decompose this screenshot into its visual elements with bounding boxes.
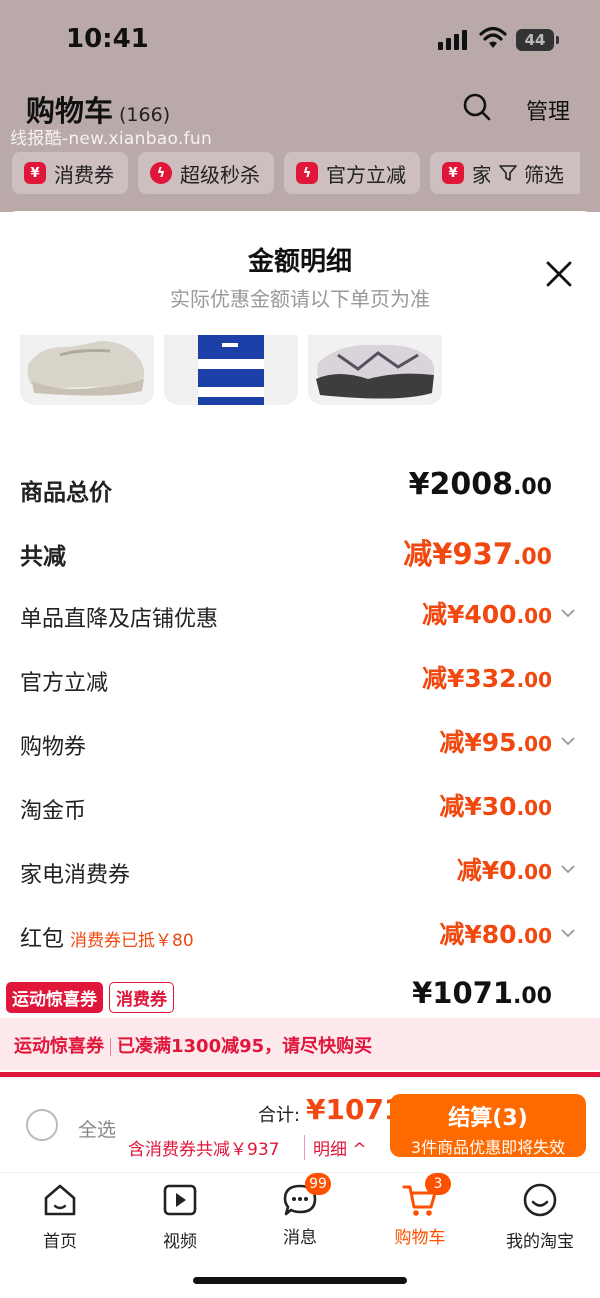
row-tao-coins: 淘金币 减¥30.00 bbox=[20, 787, 580, 827]
product-thumbnails bbox=[20, 335, 442, 405]
manage-button[interactable]: 管理 bbox=[526, 94, 570, 126]
signal-icon bbox=[438, 30, 468, 50]
search-icon[interactable] bbox=[462, 92, 492, 122]
banner-title: 运动惊喜券 bbox=[14, 1036, 104, 1057]
row-shopping-coupon[interactable]: 购物券 减¥95.00 bbox=[20, 723, 580, 763]
row-label: 淘金币 bbox=[20, 799, 87, 824]
red-packet-note: 消费券已抵￥80 bbox=[70, 931, 194, 951]
home-indicator bbox=[193, 1277, 407, 1284]
row-value: 减¥80.00 bbox=[439, 920, 552, 949]
coupon-icon: ¥ bbox=[24, 162, 46, 184]
row-label: 家电消费券 bbox=[20, 863, 131, 888]
row-label: 购物券 bbox=[20, 735, 87, 760]
profile-icon bbox=[523, 1183, 557, 1217]
message-badge: 99 bbox=[305, 1173, 331, 1195]
chip-label: 官方立减 bbox=[326, 162, 406, 187]
close-icon[interactable] bbox=[544, 259, 574, 289]
tab-label: 视频 bbox=[163, 1232, 197, 1252]
banner-message: 已凑满1300减95，请尽快购买 bbox=[117, 1036, 373, 1057]
wifi-icon bbox=[479, 26, 507, 48]
checkout-label: 结算(3) bbox=[448, 1106, 528, 1131]
status-time: 10:41 bbox=[66, 24, 149, 54]
cart-count: (166) bbox=[119, 104, 171, 126]
tab-label: 购物车 bbox=[394, 1228, 446, 1248]
row-value: 减¥95.00 bbox=[439, 728, 552, 757]
flash-icon: ϟ bbox=[150, 162, 172, 184]
row-appliance-coupon[interactable]: 家电消费券 减¥0.00 bbox=[20, 851, 580, 891]
row-label: 单品直降及店铺优惠 bbox=[20, 607, 219, 632]
checkout-button[interactable]: 结算(3) 3件商品优惠即将失效 bbox=[390, 1094, 586, 1157]
chevron-down-icon[interactable] bbox=[560, 733, 576, 749]
sports-surprise-badge: 运动惊喜券 bbox=[6, 982, 103, 1013]
total-label: 合计: bbox=[258, 1105, 301, 1126]
chip-flash-sale[interactable]: ϟ 超级秒杀 bbox=[138, 152, 274, 194]
row-store-discount[interactable]: 单品直降及店铺优惠 减¥400.00 bbox=[20, 595, 580, 635]
tab-home[interactable]: 首页 bbox=[10, 1181, 110, 1252]
filter-chips: ¥ 消费券 ϟ 超级秒杀 ϟ 官方立减 ¥ 家 bbox=[12, 152, 506, 194]
filter-button[interactable]: 筛选 bbox=[490, 152, 580, 194]
sheet-title: 金额明细 bbox=[247, 247, 352, 277]
watermark: 线报酷-new.xianbao.fun bbox=[10, 129, 213, 149]
row-value: 减¥30.00 bbox=[439, 792, 552, 821]
flash-icon: ϟ bbox=[296, 162, 318, 184]
checkout-bar: 全选 合计: ¥1071 含消费券共减￥937 明细 ^ 结算(3) 3件商品优… bbox=[0, 1077, 600, 1171]
tab-video[interactable]: 视频 bbox=[130, 1181, 230, 1252]
coupon-icon: ¥ bbox=[442, 162, 464, 184]
tab-label: 我的淘宝 bbox=[506, 1232, 574, 1252]
promo-banner[interactable]: 运动惊喜券 已凑满1300减95，请尽快购买 bbox=[0, 1018, 600, 1070]
product-thumb-sneaker-beige[interactable] bbox=[20, 335, 154, 405]
status-bar: 10:41 44 bbox=[0, 0, 600, 80]
row-value: ¥2008.00 bbox=[408, 467, 552, 502]
consumer-coupon-badge: 消费券 bbox=[109, 982, 174, 1013]
discount-summary: 含消费券共减￥937 bbox=[128, 1140, 280, 1160]
tab-label: 消息 bbox=[283, 1228, 317, 1248]
home-icon bbox=[44, 1184, 76, 1216]
chip-consumer-coupon[interactable]: ¥ 消费券 bbox=[12, 152, 128, 194]
chevron-down-icon[interactable] bbox=[560, 605, 576, 621]
select-all-checkbox[interactable] bbox=[26, 1109, 58, 1141]
row-label: 红包 消费券已抵￥80 bbox=[20, 927, 194, 952]
row-total-reduction: 共减 减¥937.00 bbox=[20, 531, 580, 571]
row-value: 减¥937.00 bbox=[403, 537, 552, 571]
row-value: 减¥332.00 bbox=[421, 664, 552, 693]
row-official-discount: 官方立减 减¥332.00 bbox=[20, 659, 580, 699]
row-goods-total: 商品总价 ¥2008.00 bbox=[20, 467, 580, 507]
row-label: 共减 bbox=[20, 544, 66, 570]
chip-official-discount[interactable]: ϟ 官方立减 bbox=[284, 152, 420, 194]
tab-messages[interactable]: 99 消息 bbox=[250, 1173, 350, 1248]
row-value: 减¥400.00 bbox=[421, 600, 552, 629]
chevron-down-icon[interactable] bbox=[560, 861, 576, 877]
promo-badges: 运动惊喜券 消费券 bbox=[6, 982, 174, 1013]
tab-cart[interactable]: 3 购物车 bbox=[370, 1173, 470, 1248]
checkout-sub: 3件商品优惠即将失效 bbox=[410, 1138, 566, 1157]
chip-label: 消费券 bbox=[54, 162, 114, 187]
battery-icon: 44 bbox=[516, 29, 559, 51]
detail-toggle[interactable]: 明细 ^ bbox=[304, 1135, 367, 1160]
row-value: 减¥0.00 bbox=[456, 856, 552, 885]
cart-badge: 3 bbox=[425, 1173, 451, 1195]
tab-label: 首页 bbox=[43, 1232, 77, 1252]
row-red-packet[interactable]: 红包 消费券已抵￥80 减¥80.00 bbox=[20, 915, 580, 955]
funnel-icon bbox=[499, 165, 517, 181]
final-amount: ¥1071.00 bbox=[412, 976, 552, 1010]
tab-profile[interactable]: 我的淘宝 bbox=[490, 1181, 590, 1252]
product-thumb-tshirt[interactable] bbox=[164, 335, 298, 405]
select-all-label[interactable]: 全选 bbox=[78, 1115, 116, 1142]
chevron-down-icon[interactable] bbox=[560, 925, 576, 941]
product-thumb-sneaker-grey[interactable] bbox=[308, 335, 442, 405]
tab-bar: 首页 视频 99 消息 3 购物车 我的淘宝 bbox=[0, 1172, 600, 1298]
chip-label: 超级秒杀 bbox=[180, 162, 260, 187]
row-label: 官方立减 bbox=[20, 671, 109, 696]
filter-label: 筛选 bbox=[524, 162, 564, 187]
total-value: ¥1071 bbox=[306, 1093, 404, 1126]
row-label: 商品总价 bbox=[20, 480, 112, 506]
video-icon bbox=[163, 1184, 197, 1216]
chip-label: 家 bbox=[472, 162, 492, 187]
sheet-subtitle: 实际优惠金额请以下单页为准 bbox=[170, 287, 430, 311]
